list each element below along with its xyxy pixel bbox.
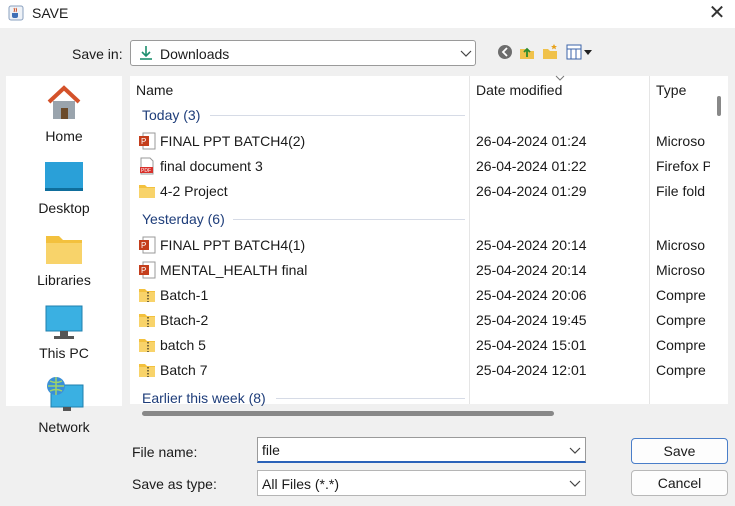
file-type-cell: Firefox P [656,158,710,174]
column-divider [649,76,650,404]
group-header-earlier[interactable]: Earlier this week (8) [142,390,266,406]
save-as-type-label: Save as type: [132,476,217,492]
place-home[interactable]: Home [6,82,122,144]
file-type-cell: File fold [656,183,706,199]
column-header-date[interactable]: Date modified [476,82,562,98]
title-bar [0,0,735,28]
save-as-type-value: All Files (*.*) [262,476,340,492]
column-divider [469,76,470,404]
column-header-type[interactable]: Type [656,82,686,98]
monitor-icon [45,305,83,339]
place-label: Libraries [37,272,91,288]
place-label: Desktop [38,200,90,216]
powerpoint-icon: P [139,236,156,254]
file-name-cell[interactable]: 4-2 Project [160,183,228,199]
file-date-cell: 25-04-2024 20:06 [476,287,587,303]
svg-text:P: P [141,266,146,275]
view-menu-icon[interactable] [566,43,594,61]
sort-chevron-icon [555,75,565,81]
group-divider [210,115,465,116]
file-name-cell[interactable]: final document 3 [160,158,263,174]
file-type-cell: Compre [656,287,706,303]
vertical-scrollbar[interactable] [710,76,728,404]
network-globe-icon [47,377,84,411]
powerpoint-icon: P [139,261,156,279]
group-header-yesterday[interactable]: Yesterday (6) [142,211,225,227]
save-in-value: Downloads [160,46,230,62]
svg-text:PDF: PDF [141,168,151,174]
zip-folder-icon [139,339,155,352]
close-icon[interactable]: ✕ [706,2,728,24]
file-date-cell: 26-04-2024 01:22 [476,158,587,174]
svg-text:P: P [141,137,146,146]
folder-icon [139,185,155,198]
file-name-cell[interactable]: Batch-1 [160,287,208,303]
file-name-label: File name: [132,444,198,460]
place-desktop[interactable]: Desktop [6,158,122,216]
file-type-cell: Microso [656,237,706,253]
place-label: Network [38,419,90,435]
file-date-cell: 25-04-2024 15:01 [476,337,587,353]
file-date-cell: 26-04-2024 01:29 [476,183,587,199]
vertical-scroll-thumb[interactable] [717,96,721,116]
new-folder-icon[interactable] [541,43,559,61]
file-date-cell: 25-04-2024 20:14 [476,237,587,253]
group-divider [233,219,465,220]
file-name-cell[interactable]: Batch 7 [160,362,207,378]
file-type-cell: Compre [656,362,706,378]
file-name-value[interactable]: file [262,442,280,458]
file-name-cell[interactable]: MENTAL_HEALTH final [160,262,307,278]
java-coffee-icon [8,5,24,21]
group-divider [276,398,465,399]
folder-icon [46,236,82,264]
cancel-button[interactable]: Cancel [631,470,728,496]
window-title: SAVE [32,5,69,21]
svg-text:P: P [141,241,146,250]
horizontal-scroll-thumb[interactable] [142,411,554,416]
pdf-icon: PDF [140,157,154,175]
save-in-label: Save in: [72,46,123,62]
house-icon [47,85,81,119]
place-libraries[interactable]: Libraries [6,230,122,288]
file-name-cell[interactable]: batch 5 [160,337,206,353]
zip-folder-icon [139,364,155,377]
chevron-down-icon[interactable] [568,443,582,457]
back-icon[interactable] [496,43,514,61]
column-header-name[interactable]: Name [136,82,173,98]
file-date-cell: 25-04-2024 20:14 [476,262,587,278]
save-button[interactable]: Save [631,438,728,464]
place-this-pc[interactable]: This PC [6,303,122,361]
desktop-icon [45,162,83,191]
file-date-cell: 25-04-2024 19:45 [476,312,587,328]
zip-folder-icon [139,289,155,302]
place-network[interactable]: Network [6,375,122,435]
up-folder-icon[interactable] [518,43,536,61]
chevron-down-icon[interactable] [568,476,582,490]
powerpoint-icon: P [139,132,156,150]
chevron-down-icon[interactable] [458,45,474,61]
download-arrow-icon [140,46,152,60]
place-label: Home [45,128,83,144]
file-type-cell: Microso [656,133,706,149]
group-header-today[interactable]: Today (3) [142,107,200,123]
file-name-cell[interactable]: Btach-2 [160,312,208,328]
file-name-cell[interactable]: FINAL PPT BATCH4(1) [160,237,305,253]
zip-folder-icon [139,314,155,327]
file-name-cell[interactable]: FINAL PPT BATCH4(2) [160,133,305,149]
file-name-field[interactable] [257,437,586,463]
file-date-cell: 26-04-2024 01:24 [476,133,587,149]
place-label: This PC [39,345,89,361]
file-date-cell: 25-04-2024 12:01 [476,362,587,378]
file-type-cell: Microso [656,262,706,278]
file-type-cell: Compre [656,337,706,353]
file-type-cell: Compre [656,312,706,328]
